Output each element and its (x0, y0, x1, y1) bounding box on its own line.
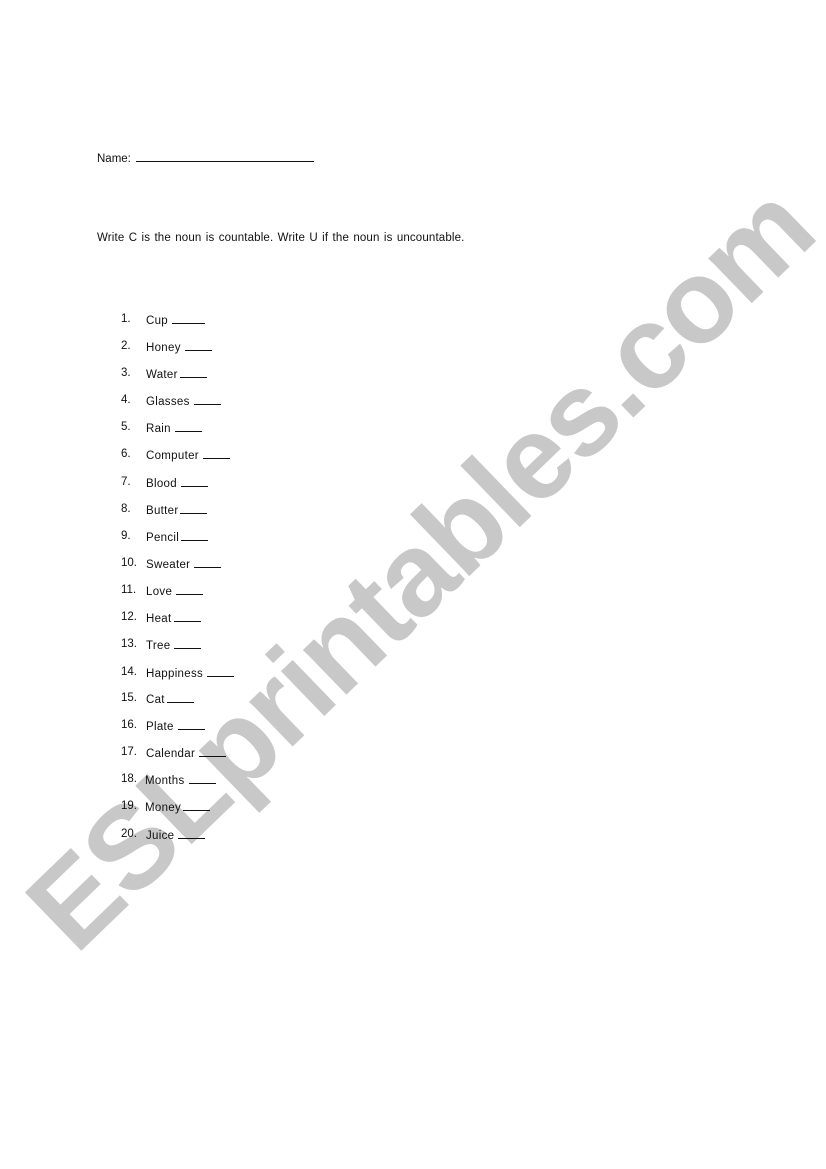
item-word: Months (145, 775, 185, 787)
answer-blank[interactable] (188, 773, 216, 784)
item-word: Rain (146, 423, 171, 435)
item-word: Heat (146, 613, 172, 625)
item-number: 10. (121, 557, 137, 569)
answer-blank[interactable] (178, 828, 206, 839)
item-number: 3. (121, 367, 131, 379)
item-word: Juice (146, 830, 175, 842)
answer-blank[interactable] (180, 476, 208, 487)
item-word: Cup (146, 315, 168, 327)
answer-blank[interactable] (180, 503, 208, 514)
item-number: 16. (121, 719, 137, 731)
worksheet-content: Name: Write C is the noun is countable. … (0, 0, 826, 1169)
item-word: Cat (146, 694, 165, 706)
item-word: Glasses (146, 396, 190, 408)
item-number: 17. (121, 746, 137, 758)
item-number: 7. (121, 476, 131, 488)
item-number: 5. (121, 421, 131, 433)
item-word: Calendar (146, 748, 196, 760)
item-word: Water (146, 369, 178, 381)
name-row: Name: (97, 150, 314, 165)
item-number: 2. (121, 340, 131, 352)
item-number: 9. (121, 530, 131, 542)
item-word: Happiness (146, 668, 204, 680)
item-number: 6. (121, 448, 131, 460)
answer-blank[interactable] (173, 611, 201, 622)
item-word: Sweater (146, 559, 191, 571)
answer-blank[interactable] (202, 448, 230, 459)
item-number: 8. (121, 503, 131, 515)
answer-blank[interactable] (174, 421, 202, 432)
item-number: 18. (121, 773, 137, 785)
item-number: 4. (121, 394, 131, 406)
item-word: Money (145, 802, 182, 814)
item-word: Plate (146, 721, 174, 733)
name-blank-line[interactable] (135, 150, 314, 162)
answer-blank[interactable] (174, 638, 202, 649)
item-word: Computer (146, 450, 199, 462)
answer-blank[interactable] (177, 719, 205, 730)
answer-blank[interactable] (181, 530, 209, 541)
answer-blank[interactable] (176, 584, 204, 595)
item-word: Tree (146, 640, 171, 652)
answer-blank[interactable] (166, 692, 194, 703)
item-number: 11. (121, 584, 137, 596)
item-number: 12. (121, 611, 137, 623)
worksheet-page: ESLprintables.com Name: Write C is the n… (0, 0, 826, 1169)
answer-blank[interactable] (179, 367, 207, 378)
answer-blank[interactable] (193, 394, 221, 405)
item-word: Butter (146, 505, 179, 517)
item-number: 19. (121, 800, 137, 812)
item-word: Pencil (146, 532, 180, 544)
answer-blank[interactable] (184, 340, 212, 351)
answer-blank[interactable] (207, 666, 235, 677)
name-label: Name: (97, 153, 131, 165)
item-word: Honey (146, 342, 181, 354)
answer-blank[interactable] (172, 313, 205, 324)
item-number: 20. (121, 828, 137, 840)
item-number: 15. (121, 692, 137, 704)
item-number: 14. (121, 666, 137, 678)
item-number: 1. (121, 313, 131, 325)
answer-blank[interactable] (183, 800, 211, 811)
item-number: 13. (121, 638, 137, 650)
instructions: Write C is the noun is countable. Write … (97, 232, 465, 244)
answer-blank[interactable] (199, 746, 227, 757)
item-word: Love (146, 586, 173, 598)
answer-blank[interactable] (194, 557, 222, 568)
item-word: Blood (146, 478, 177, 490)
